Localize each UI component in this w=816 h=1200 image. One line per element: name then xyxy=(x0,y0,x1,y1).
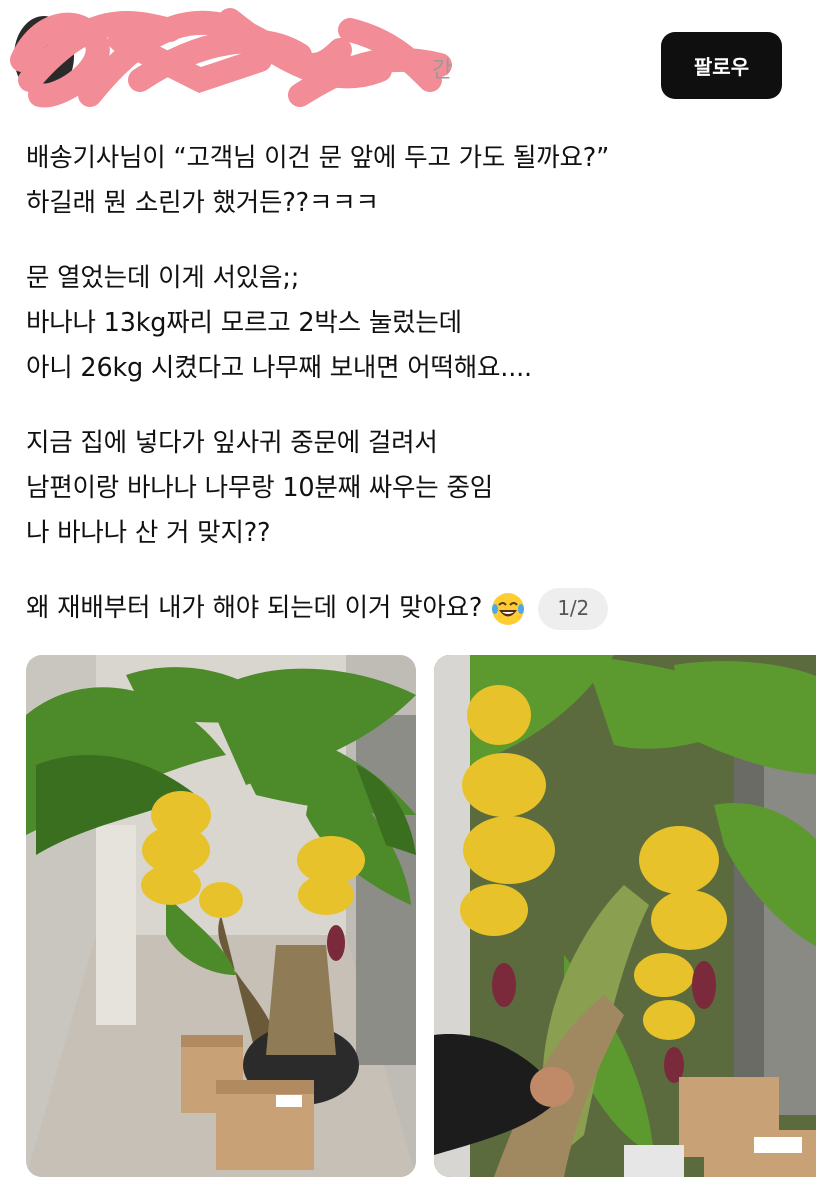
post-paragraph: 지금 집에 넣다가 잎사귀 중문에 걸려서 남편이랑 바나나 나무랑 10분째 … xyxy=(26,421,796,556)
post-header: 간 팔로우 xyxy=(0,0,816,115)
image-counter-badge: 1/2 xyxy=(538,587,609,630)
post-paragraph: 문 열었는데 이게 서있음;; 바나나 13kg짜리 모르고 2박스 눌렀는데 … xyxy=(26,256,796,391)
post-line: 아니 26kg 시켰다고 나무째 보내면 어떡해요.... xyxy=(26,353,532,383)
post-line: 문 열었는데 이게 서있음;; xyxy=(26,263,300,293)
post-last-line: 왜 재배부터 내가 해야 되는데 이거 맞아요? 1/2 xyxy=(26,586,796,631)
photo-image xyxy=(26,655,416,1177)
banana-tree-hallway-photo[interactable] xyxy=(26,655,416,1177)
post-body: 배송기사님이 “고객님 이건 문 앞에 두고 가도 될까요?” 하길래 뭔 소린… xyxy=(26,136,796,631)
post-paragraph: 배송기사님이 “고객님 이건 문 앞에 두고 가도 될까요?” 하길래 뭔 소린… xyxy=(26,136,796,226)
post-line: 왜 재배부터 내가 해야 되는데 이거 맞아요? xyxy=(26,593,483,623)
post-line: 배송기사님이 “고객님 이건 문 앞에 두고 가도 될까요?” xyxy=(26,143,610,173)
post-line: 나 바나나 산 거 맞지?? xyxy=(26,518,271,548)
post-line: 남편이랑 바나나 나무랑 10분째 싸우는 중임 xyxy=(26,473,493,503)
post-line: 바나나 13kg짜리 모르고 2박스 눌렀는데 xyxy=(26,308,462,338)
follow-button[interactable]: 팔로우 xyxy=(661,32,782,99)
post-line: 지금 집에 넣다가 잎사귀 중문에 걸려서 xyxy=(26,428,438,458)
photo-image xyxy=(434,655,816,1177)
censor-scribble xyxy=(10,8,452,108)
post-line: 하길래 뭔 소린가 했거든??ㅋㅋㅋ xyxy=(26,188,379,218)
banana-tree-closeup-photo[interactable] xyxy=(434,655,816,1177)
post-time-fragment: 간 xyxy=(432,58,453,83)
laughing-tears-emoji-icon xyxy=(492,592,525,625)
